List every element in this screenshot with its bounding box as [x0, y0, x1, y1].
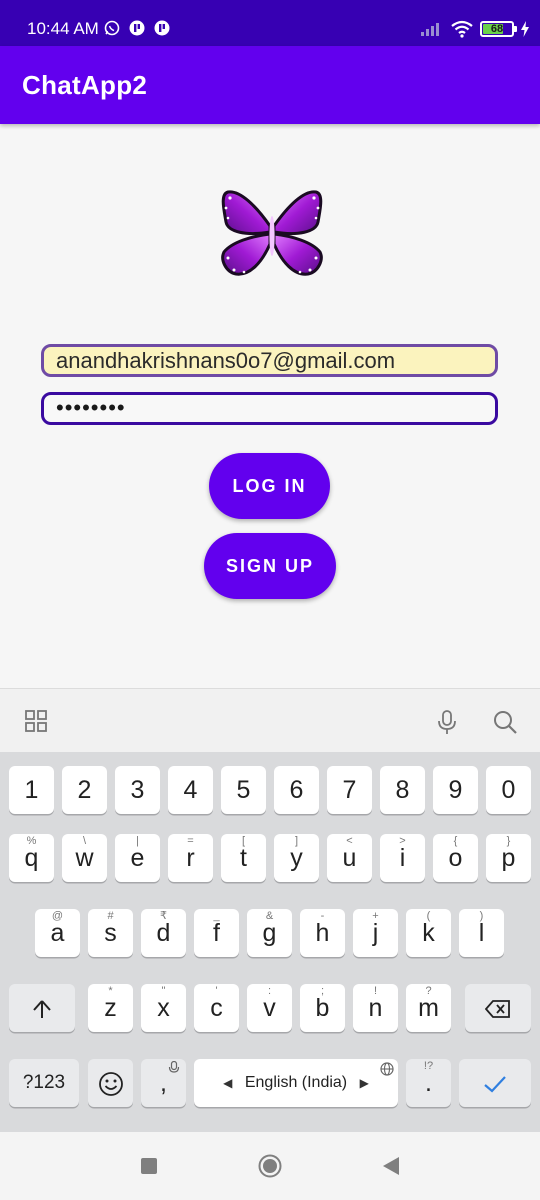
key-p[interactable]: } p — [486, 834, 531, 882]
app-notification-icon — [129, 20, 145, 36]
shift-arrow-icon — [33, 1000, 51, 1019]
key-s[interactable]: # s — [88, 909, 133, 957]
navigation-bar — [0, 1132, 540, 1200]
key-j[interactable]: + j — [353, 909, 398, 957]
key-6[interactable]: 6 — [274, 766, 319, 814]
email-field[interactable]: anandhakrishnans0o7@gmail.com — [41, 344, 498, 377]
key-2[interactable]: 2 — [62, 766, 107, 814]
microphone-icon[interactable] — [434, 709, 460, 735]
backspace-icon — [484, 1000, 510, 1019]
key-0[interactable]: 0 — [486, 766, 531, 814]
key-u[interactable]: < u — [327, 834, 372, 882]
key-3[interactable]: 3 — [115, 766, 160, 814]
symbols-key[interactable]: ?123 — [9, 1059, 79, 1107]
key-5[interactable]: 5 — [221, 766, 266, 814]
shift-key[interactable] — [9, 984, 75, 1032]
key-g[interactable]: & g — [247, 909, 292, 957]
key-y[interactable]: ] y — [274, 834, 319, 882]
space-key[interactable]: ◀ English (India) ▶ — [194, 1059, 398, 1107]
key-l[interactable]: ) l — [459, 909, 504, 957]
backspace-key[interactable] — [465, 984, 531, 1032]
signup-button[interactable]: SIGN UP — [204, 533, 336, 599]
key-e[interactable]: | e — [115, 834, 160, 882]
app-bar: ChatApp2 — [0, 46, 540, 124]
emoji-key[interactable] — [88, 1059, 133, 1107]
key-q[interactable]: % q — [9, 834, 54, 882]
app-title: ChatApp2 — [22, 70, 148, 100]
key-h[interactable]: -h — [300, 909, 345, 957]
key-x[interactable]: " x — [141, 984, 186, 1032]
status-time: 10:44 AM — [27, 19, 99, 38]
voice-mic-small-icon — [168, 1061, 180, 1073]
key-z[interactable]: * z — [88, 984, 133, 1032]
charging-icon — [521, 21, 529, 37]
space-language-label: English (India) — [244, 1074, 348, 1091]
key-a[interactable]: @ a — [35, 909, 80, 957]
key-k[interactable]: (k — [406, 909, 451, 957]
home-circle-icon[interactable] — [258, 1154, 282, 1178]
enter-key[interactable] — [459, 1059, 531, 1107]
login-button[interactable]: LOG IN — [209, 453, 330, 519]
keyboard-toolbar — [0, 688, 540, 752]
key-w[interactable]: \ w — [62, 834, 107, 882]
wifi-icon — [451, 20, 473, 38]
status-indicators: 68 — [420, 18, 530, 40]
key-v[interactable]: :v — [247, 984, 292, 1032]
comma-key[interactable]: , — [141, 1059, 186, 1107]
key-1[interactable]: 1 — [9, 766, 54, 814]
key-n[interactable]: ! n — [353, 984, 398, 1032]
key-f[interactable]: _ f — [194, 909, 239, 957]
app-notification-icon — [154, 20, 170, 36]
key-d[interactable]: ₹ d — [141, 909, 186, 957]
search-icon[interactable] — [492, 709, 518, 735]
whatsapp-icon — [104, 20, 120, 36]
battery-icon: 68 — [480, 21, 517, 37]
status-bar: 10:44 AM 68 — [0, 0, 540, 46]
key-i[interactable]: > i — [380, 834, 425, 882]
password-field[interactable]: •••••••• — [41, 392, 498, 425]
keyboard: 1 2 3 4 5 6 7 8 9 0 % q \ w | e = r [t ] y < u… — [0, 752, 540, 1132]
signal-icon — [421, 23, 439, 36]
key-m[interactable]: ? m — [406, 984, 451, 1032]
emoji-icon — [98, 1072, 123, 1097]
key-r[interactable]: = r — [168, 834, 213, 882]
key-7[interactable]: 7 — [327, 766, 372, 814]
grid-apps-icon[interactable] — [24, 709, 50, 735]
key-o[interactable]: {o — [433, 834, 478, 882]
recents-square-icon[interactable] — [137, 1154, 161, 1178]
battery-level: 68 — [490, 23, 504, 35]
key-t[interactable]: [t — [221, 834, 266, 882]
period-key[interactable]: !? . — [406, 1059, 451, 1107]
key-c[interactable]: ' c — [194, 984, 239, 1032]
butterfly-logo — [221, 190, 323, 276]
key-4[interactable]: 4 — [168, 766, 213, 814]
key-8[interactable]: 8 — [380, 766, 425, 814]
back-triangle-icon[interactable] — [379, 1154, 403, 1178]
globe-icon — [380, 1062, 394, 1076]
checkmark-icon — [484, 1076, 506, 1093]
key-9[interactable]: 9 — [433, 766, 478, 814]
key-b[interactable]: ; b — [300, 984, 345, 1032]
